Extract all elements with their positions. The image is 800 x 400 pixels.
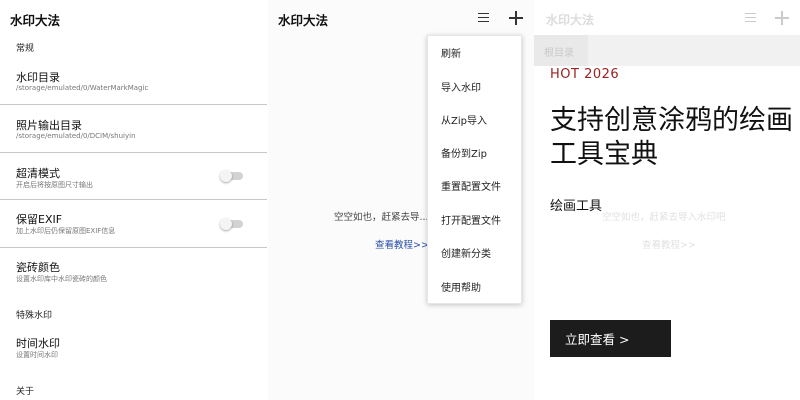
overflow-menu: 刷新 导入水印 从Zip导入 备份到Zip 重置配置文件 打开配置文件 创建新分… — [427, 35, 522, 304]
menu-item-refresh[interactable]: 刷新 — [441, 45, 461, 60]
menu-item-import-zip[interactable]: 从Zip导入 — [441, 112, 487, 127]
setting-subtitle: 加上水印后仍保留原图EXIF信息 — [16, 227, 116, 235]
setting-subtitle: 设置时间水印 — [16, 351, 58, 359]
app-title: 水印大法 — [10, 13, 61, 28]
toggle-knob — [220, 170, 232, 182]
menu-item-backup-zip[interactable]: 备份到Zip — [441, 145, 487, 160]
setting-photo-output-dir[interactable]: 照片输出目录 /storage/emulated/0/DCIM/shuiyin — [0, 106, 267, 152]
keep-exif-toggle[interactable] — [220, 218, 243, 230]
setting-title: 超清模式 — [16, 167, 60, 180]
ad-view-now-button[interactable]: 立即查看 > — [550, 320, 671, 357]
divider — [0, 199, 267, 200]
divider — [0, 152, 267, 153]
section-label-general: 常规 — [16, 44, 35, 54]
menu-item-open-config[interactable]: 打开配置文件 — [441, 212, 501, 227]
setting-title: 瓷砖颜色 — [16, 261, 60, 274]
hamburger-menu-icon[interactable] — [477, 11, 491, 25]
hamburger-menu-icon — [744, 11, 758, 25]
setting-subtitle: /storage/emulated/0/DCIM/shuiyin — [16, 132, 136, 140]
menu-item-import-watermark[interactable]: 导入水印 — [441, 79, 481, 94]
setting-title: 时间水印 — [16, 337, 60, 350]
ad-tag: HOT 2026 — [550, 67, 620, 82]
empty-state-text: 空空如也，赶紧去导... — [334, 212, 429, 223]
hd-mode-toggle[interactable] — [220, 170, 243, 182]
setting-tile-color[interactable]: 瓷砖颜色 设置水印库中水印瓷砖的颜色 — [0, 249, 267, 289]
app-title: 水印大法 — [278, 13, 329, 28]
settings-screen: 水印大法 常规 水印目录 /storage/emulated/0/WaterMa… — [0, 0, 268, 400]
setting-title: 照片输出目录 — [16, 119, 82, 132]
setting-title: 保留EXIF — [16, 213, 63, 226]
setting-subtitle: 开启后将按原图尺寸输出 — [16, 181, 93, 189]
background-tab-root: 根目录 — [534, 35, 588, 66]
setting-title: 水印目录 — [16, 71, 60, 84]
section-label-special-watermark: 特殊水印 — [16, 311, 53, 321]
section-label-about: 关于 — [16, 387, 35, 397]
plus-icon — [775, 11, 789, 25]
menu-item-help[interactable]: 使用帮助 — [441, 279, 481, 294]
setting-time-watermark[interactable]: 时间水印 设置时间水印 — [0, 326, 267, 366]
setting-watermark-dir[interactable]: 水印目录 /storage/emulated/0/WaterMarkMagic — [0, 62, 267, 104]
setting-keep-exif[interactable]: 保留EXIF 加上水印后仍保留原图EXIF信息 — [0, 201, 267, 246]
ad-headline: 支持创意涂鸦的绘画工具宝典 — [550, 105, 793, 170]
setting-subtitle: /storage/emulated/0/WaterMarkMagic — [16, 84, 149, 92]
background-empty-text: 空空如也，赶紧去导入水印吧 — [602, 212, 726, 223]
settings-app-bar: 水印大法 — [0, 0, 268, 36]
setting-hd-mode[interactable]: 超清模式 开启后将按原图尺寸输出 — [0, 154, 267, 198]
menu-item-new-category[interactable]: 创建新分类 — [441, 245, 491, 260]
toggle-knob — [220, 218, 232, 230]
view-tutorial-link[interactable]: 查看教程>> — [375, 237, 429, 251]
ad-subtitle: 绘画工具 — [550, 199, 603, 214]
library-app-bar: 水印大法 — [268, 0, 534, 36]
ad-screen: 水印大法 根目录 空空如也，赶紧去导入水印吧 查看教程>> HOT 2026 支… — [534, 0, 800, 400]
setting-subtitle: 设置水印库中水印瓷砖的颜色 — [16, 275, 107, 283]
menu-item-reset-config[interactable]: 重置配置文件 — [441, 178, 501, 193]
background-tab-label: 根目录 — [544, 48, 574, 59]
plus-icon[interactable] — [509, 11, 523, 25]
background-app-title: 水印大法 — [546, 13, 595, 27]
divider — [0, 104, 267, 105]
background-tutorial-link: 查看教程>> — [642, 240, 696, 251]
divider — [0, 247, 267, 248]
